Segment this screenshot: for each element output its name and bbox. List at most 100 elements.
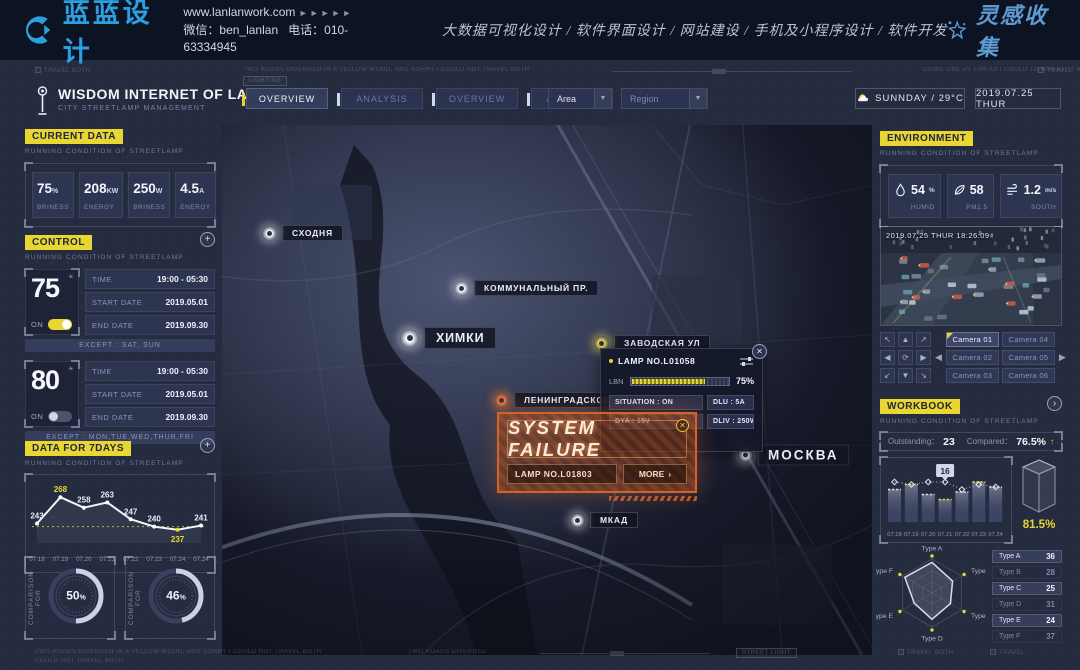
svg-text:237: 237 (171, 535, 185, 544)
start-date-row[interactable]: START DATE2019.05.01 (85, 384, 215, 404)
sliders-icon[interactable] (739, 356, 754, 366)
decor-poem-top: TWO ROADS DIVERGED IN A YELLOW WOOD, AND… (243, 67, 530, 73)
workbook-more-button[interactable]: › (1047, 396, 1062, 411)
svg-text:Type A: Type A (922, 546, 943, 553)
dpad-reset-button[interactable]: ⟳ (898, 350, 913, 365)
lamp-pin-icon (570, 513, 585, 528)
camera-05-button[interactable]: Camera 05 (1002, 350, 1055, 365)
gauge-label: COMPARISON FOR (28, 563, 42, 633)
svg-text:Type D: Type D (921, 636, 943, 643)
status-dot (609, 359, 613, 363)
svg-text:Type C: Type C (971, 613, 988, 620)
map-pin-мкад[interactable]: МКАД (570, 512, 638, 528)
gauge-label: COMPARISON FOR (128, 563, 142, 633)
camera-feed[interactable]: 2019.07.25 THUR 18:26:09 (880, 226, 1062, 326)
hatch-decoration (609, 496, 697, 501)
sun-cloud-icon (856, 92, 869, 105)
close-icon[interactable]: ✕ (676, 419, 689, 432)
gauge-ring: 46% (142, 561, 210, 636)
map-pin-химки[interactable]: ХИМКИ (400, 327, 496, 349)
svg-text:16: 16 (940, 466, 950, 476)
dpad-right-button[interactable]: ▶ (916, 350, 931, 365)
svg-text:07.21: 07.21 (938, 532, 953, 538)
region-select[interactable]: Region ▼ (621, 88, 707, 109)
dpad-down-button[interactable]: ▼ (898, 368, 913, 383)
type-f-row[interactable]: Type F37 (992, 630, 1062, 644)
end-date-row[interactable]: END DATE2019.09.30 (85, 407, 215, 427)
tab-overview-1[interactable]: OVERVIEW (246, 88, 328, 109)
bulb-icon: ☀ (68, 365, 74, 373)
chevron-down-icon[interactable]: ▼ (594, 89, 611, 108)
dlu-field: DLU : 5A (707, 395, 754, 410)
type-c-row[interactable]: Type C25 (992, 582, 1062, 596)
area-select[interactable]: Area ▼ (548, 88, 612, 109)
type-b-row[interactable]: Type B28 (992, 566, 1062, 580)
svg-text:Type E: Type E (876, 613, 893, 620)
lamp-toggle-1[interactable] (48, 319, 72, 330)
failure-lamp-id: LAMP NO.L01803 (507, 464, 617, 484)
decor-slider-bottom[interactable] (540, 653, 710, 654)
wind-cell: 1.2m/s SOUTH (1000, 174, 1063, 218)
svg-text:46%: 46% (166, 588, 186, 602)
camera-next-arrow[interactable]: ▶ (1059, 352, 1066, 363)
stat-energy-kw: 208KW ENERGY (79, 172, 123, 218)
type-a-row[interactable]: Type A36 (992, 550, 1062, 564)
outstanding-label: Outstanding： (888, 436, 939, 447)
svg-text:07.20: 07.20 (921, 532, 936, 538)
type-d-row[interactable]: Type D31 (992, 598, 1062, 612)
camera-06-button[interactable]: Camera 06 (1002, 368, 1055, 383)
dpad-left-button[interactable]: ◀ (880, 350, 895, 365)
more-button[interactable]: MORE› (623, 464, 687, 484)
tab-overview-2[interactable]: OVERVIEW (436, 88, 518, 109)
humidity-cell: 54% HUMID (888, 174, 941, 218)
lamp-toggle-2[interactable] (48, 411, 72, 422)
panel-subtitle: RUNNING CONDITION OF STREETLAMP (880, 150, 1062, 157)
dpad-up-right-button[interactable]: ↗ (916, 332, 931, 347)
decor-slider[interactable] (612, 71, 852, 72)
start-date-row[interactable]: START DATE2019.05.01 (85, 292, 215, 312)
decor-checkbox-b1: TRAVEL BOTH (898, 649, 954, 656)
comparison-panels: COMPARISON FOR 50% COMPARISON FOR 46% (25, 557, 215, 639)
comparison-gauge-1: COMPARISON FOR 50% (25, 557, 115, 639)
dpad-up-left-button[interactable]: ↖ (880, 332, 895, 347)
map-pin-коммунальный-пр-[interactable]: КОММУНАЛЬНЫЙ ПР. (454, 280, 598, 296)
inspiration-collect[interactable]: 灵感收集 (947, 0, 1058, 62)
website-link[interactable]: www.lanlanwork.com (183, 5, 295, 19)
pin-label: СХОДНЯ (282, 225, 343, 241)
workbook-tag: WORKBOOK (880, 399, 960, 414)
schedule-group-2: ☀ 80 ON TIME19:00 - 05:30 START DATE2019… (25, 361, 215, 427)
map[interactable]: ✕ LAMP NO.L01058 LBN 75% SITUATION : ON … (222, 125, 872, 655)
time-row[interactable]: TIME19:00 - 05:30 (85, 361, 215, 381)
camera-03-button[interactable]: Camera 03 (946, 368, 999, 383)
pin-label: МОСКВА (758, 445, 849, 466)
tab-analysis-1[interactable]: ANALYSIS (341, 88, 423, 109)
feed-timestamp: 2019.07.25 THUR 18:26:09 (886, 231, 990, 240)
camera-04-button[interactable]: Camera 04 (1002, 332, 1055, 347)
control-tag: CONTROL (25, 235, 92, 250)
promo-banner: 蓝蓝设计 www.lanlanwork.com ►►►►► 微信：ben_lan… (0, 0, 1080, 60)
svg-text:247: 247 (124, 507, 138, 516)
camera-prev-arrow[interactable]: ◀ (935, 352, 942, 363)
chevron-down-icon[interactable]: ▼ (689, 89, 706, 108)
map-pin-сходня[interactable]: СХОДНЯ (262, 225, 343, 241)
close-icon[interactable]: ✕ (752, 344, 767, 359)
add-schedule-button[interactable]: + (200, 232, 215, 247)
brightness-bar[interactable] (630, 377, 730, 386)
end-date-row[interactable]: END DATE2019.09.30 (85, 315, 215, 335)
wechat-label: 微信：ben_lanlan (183, 23, 278, 37)
dpad-up-button[interactable]: ▲ (898, 332, 913, 347)
current-data-panel: CURRENT DATA RUNNING CONDITION OF STREET… (25, 126, 215, 227)
decor-lighting-badge: LIGHTING (243, 76, 287, 86)
expand-chart-button[interactable]: + (200, 438, 215, 453)
system-failure-popup: ✕ SYSTEM FAILURE LAMP NO.L01803 MORE› (497, 412, 697, 493)
decor-poem-bottom: TWO ROADS DIVERGED IN A YELLOW WOOD, AND… (35, 649, 322, 655)
sparkle-star-icon (947, 18, 968, 42)
camera-02-button[interactable]: Camera 02 (946, 350, 999, 365)
time-row[interactable]: TIME19:00 - 05:30 (85, 269, 215, 289)
dpad-down-left-button[interactable]: ↙ (880, 368, 895, 383)
camera-01-button[interactable]: Camera 01 (946, 332, 999, 347)
arrow-up-icon: ↑ (1050, 437, 1054, 446)
dpad-down-right-button[interactable]: ↘ (916, 368, 931, 383)
svg-text:07.23: 07.23 (972, 532, 987, 538)
type-e-row[interactable]: Type E24 (992, 614, 1062, 628)
